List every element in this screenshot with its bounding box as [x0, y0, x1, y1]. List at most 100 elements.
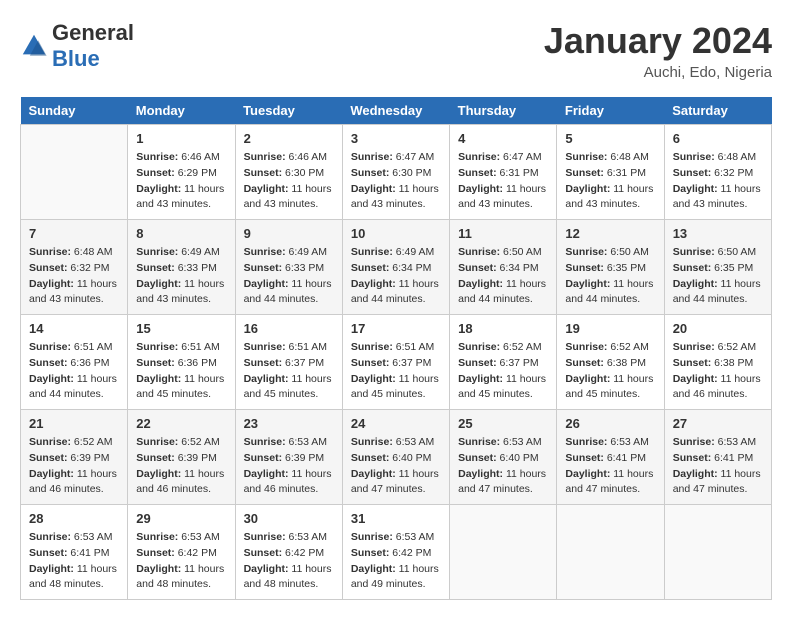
cell-details: Sunrise: 6:47 AMSunset: 6:31 PMDaylight:…	[458, 150, 548, 213]
cell-details: Sunrise: 6:52 AMSunset: 6:39 PMDaylight:…	[29, 435, 119, 498]
calendar-cell-w3-d3: 17 Sunrise: 6:51 AMSunset: 6:37 PMDayligh…	[342, 315, 449, 410]
calendar-cell-w5-d3: 31 Sunrise: 6:53 AMSunset: 6:42 PMDayligh…	[342, 505, 449, 600]
day-number: 17	[351, 321, 441, 336]
day-number: 16	[244, 321, 334, 336]
cell-details: Sunrise: 6:51 AMSunset: 6:36 PMDaylight:…	[29, 340, 119, 403]
cell-details: Sunrise: 6:48 AMSunset: 6:32 PMDaylight:…	[673, 150, 763, 213]
logo-general: General	[52, 20, 134, 45]
week-row-5: 28 Sunrise: 6:53 AMSunset: 6:41 PMDayligh…	[21, 505, 772, 600]
day-number: 3	[351, 131, 441, 146]
day-number: 27	[673, 416, 763, 431]
calendar-cell-w4-d6: 27 Sunrise: 6:53 AMSunset: 6:41 PMDayligh…	[664, 410, 771, 505]
day-number: 5	[565, 131, 655, 146]
calendar-cell-w5-d6	[664, 505, 771, 600]
cell-details: Sunrise: 6:53 AMSunset: 6:42 PMDaylight:…	[244, 530, 334, 593]
week-row-4: 21 Sunrise: 6:52 AMSunset: 6:39 PMDayligh…	[21, 410, 772, 505]
day-number: 31	[351, 511, 441, 526]
calendar-cell-w1-d5: 5Sunrise: 6:48 AMSunset: 6:31 PMDaylight…	[557, 125, 664, 220]
day-number: 4	[458, 131, 548, 146]
month-year-title: January 2024	[544, 20, 772, 62]
day-number: 30	[244, 511, 334, 526]
header-saturday: Saturday	[664, 97, 771, 125]
cell-details: Sunrise: 6:53 AMSunset: 6:39 PMDaylight:…	[244, 435, 334, 498]
day-number: 26	[565, 416, 655, 431]
day-number: 15	[136, 321, 226, 336]
day-number: 8	[136, 226, 226, 241]
calendar-cell-w4-d3: 24 Sunrise: 6:53 AMSunset: 6:40 PMDayligh…	[342, 410, 449, 505]
day-number: 28	[29, 511, 119, 526]
week-row-1: 1 Sunrise: 6:46 AMSunset: 6:29 PMDaylight…	[21, 125, 772, 220]
week-row-3: 14Sunrise: 6:51 AMSunset: 6:36 PMDayligh…	[21, 315, 772, 410]
calendar-table: Sunday Monday Tuesday Wednesday Thursday…	[20, 97, 772, 600]
calendar-cell-w1-d0	[21, 125, 128, 220]
day-number: 9	[244, 226, 334, 241]
header-thursday: Thursday	[450, 97, 557, 125]
cell-details: Sunrise: 6:53 AMSunset: 6:40 PMDaylight:…	[351, 435, 441, 498]
calendar-cell-w4-d0: 21 Sunrise: 6:52 AMSunset: 6:39 PMDayligh…	[21, 410, 128, 505]
cell-details: Sunrise: 6:53 AMSunset: 6:41 PMDaylight:…	[673, 435, 763, 498]
calendar-cell-w5-d2: 30 Sunrise: 6:53 AMSunset: 6:42 PMDayligh…	[235, 505, 342, 600]
cell-details: Sunrise: 6:49 AMSunset: 6:33 PMDaylight:…	[136, 245, 226, 308]
cell-details: Sunrise: 6:52 AMSunset: 6:39 PMDaylight:…	[136, 435, 226, 498]
cell-details: Sunrise: 6:52 AMSunset: 6:38 PMDaylight:…	[565, 340, 655, 403]
cell-details: Sunrise: 6:53 AMSunset: 6:41 PMDaylight:…	[565, 435, 655, 498]
calendar-cell-w4-d4: 25 Sunrise: 6:53 AMSunset: 6:40 PMDayligh…	[450, 410, 557, 505]
calendar-cell-w2-d4: 11Sunrise: 6:50 AMSunset: 6:34 PMDayligh…	[450, 220, 557, 315]
day-number: 24	[351, 416, 441, 431]
day-number: 6	[673, 131, 763, 146]
day-number: 10	[351, 226, 441, 241]
cell-details: Sunrise: 6:52 AMSunset: 6:37 PMDaylight:…	[458, 340, 548, 403]
day-number: 18	[458, 321, 548, 336]
calendar-cell-w1-d6: 6 Sunrise: 6:48 AMSunset: 6:32 PMDaylight…	[664, 125, 771, 220]
calendar-cell-w2-d2: 9Sunrise: 6:49 AMSunset: 6:33 PMDaylight…	[235, 220, 342, 315]
cell-details: Sunrise: 6:53 AMSunset: 6:41 PMDaylight:…	[29, 530, 119, 593]
calendar-cell-w3-d4: 18 Sunrise: 6:52 AMSunset: 6:37 PMDayligh…	[450, 315, 557, 410]
day-number: 23	[244, 416, 334, 431]
day-number: 11	[458, 226, 548, 241]
calendar-cell-w2-d5: 12 Sunrise: 6:50 AMSunset: 6:35 PMDayligh…	[557, 220, 664, 315]
calendar-body: 1 Sunrise: 6:46 AMSunset: 6:29 PMDaylight…	[21, 125, 772, 600]
calendar-cell-w3-d0: 14Sunrise: 6:51 AMSunset: 6:36 PMDayligh…	[21, 315, 128, 410]
day-number: 19	[565, 321, 655, 336]
calendar-cell-w3-d5: 19 Sunrise: 6:52 AMSunset: 6:38 PMDayligh…	[557, 315, 664, 410]
cell-details: Sunrise: 6:50 AMSunset: 6:35 PMDaylight:…	[565, 245, 655, 308]
calendar-cell-w3-d1: 15 Sunrise: 6:51 AMSunset: 6:36 PMDayligh…	[128, 315, 235, 410]
cell-details: Sunrise: 6:51 AMSunset: 6:36 PMDaylight:…	[136, 340, 226, 403]
calendar-cell-w1-d2: 2 Sunrise: 6:46 AMSunset: 6:30 PMDaylight…	[235, 125, 342, 220]
day-number: 13	[673, 226, 763, 241]
logo: General Blue	[20, 20, 134, 72]
cell-details: Sunrise: 6:46 AMSunset: 6:30 PMDaylight:…	[244, 150, 334, 213]
calendar-cell-w1-d3: 3 Sunrise: 6:47 AMSunset: 6:30 PMDaylight…	[342, 125, 449, 220]
calendar-cell-w1-d4: 4 Sunrise: 6:47 AMSunset: 6:31 PMDaylight…	[450, 125, 557, 220]
cell-details: Sunrise: 6:46 AMSunset: 6:29 PMDaylight:…	[136, 150, 226, 213]
cell-details: Sunrise: 6:52 AMSunset: 6:38 PMDaylight:…	[673, 340, 763, 403]
location-subtitle: Auchi, Edo, Nigeria	[544, 64, 772, 81]
cell-details: Sunrise: 6:53 AMSunset: 6:42 PMDaylight:…	[136, 530, 226, 593]
title-block: January 2024 Auchi, Edo, Nigeria	[544, 20, 772, 81]
calendar-cell-w3-d2: 16 Sunrise: 6:51 AMSunset: 6:37 PMDayligh…	[235, 315, 342, 410]
day-number: 25	[458, 416, 548, 431]
day-number: 12	[565, 226, 655, 241]
day-number: 2	[244, 131, 334, 146]
cell-details: Sunrise: 6:49 AMSunset: 6:34 PMDaylight:…	[351, 245, 441, 308]
cell-details: Sunrise: 6:53 AMSunset: 6:40 PMDaylight:…	[458, 435, 548, 498]
calendar-header: Sunday Monday Tuesday Wednesday Thursday…	[21, 97, 772, 125]
header-sunday: Sunday	[21, 97, 128, 125]
cell-details: Sunrise: 6:51 AMSunset: 6:37 PMDaylight:…	[351, 340, 441, 403]
cell-details: Sunrise: 6:48 AMSunset: 6:32 PMDaylight:…	[29, 245, 119, 308]
cell-details: Sunrise: 6:51 AMSunset: 6:37 PMDaylight:…	[244, 340, 334, 403]
calendar-cell-w5-d0: 28 Sunrise: 6:53 AMSunset: 6:41 PMDayligh…	[21, 505, 128, 600]
header-tuesday: Tuesday	[235, 97, 342, 125]
calendar-cell-w5-d1: 29Sunrise: 6:53 AMSunset: 6:42 PMDayligh…	[128, 505, 235, 600]
header-row: Sunday Monday Tuesday Wednesday Thursday…	[21, 97, 772, 125]
day-number: 21	[29, 416, 119, 431]
calendar-cell-w2-d1: 8 Sunrise: 6:49 AMSunset: 6:33 PMDaylight…	[128, 220, 235, 315]
day-number: 1	[136, 131, 226, 146]
logo-blue: Blue	[52, 46, 100, 71]
calendar-cell-w2-d0: 7Sunrise: 6:48 AMSunset: 6:32 PMDaylight…	[21, 220, 128, 315]
cell-details: Sunrise: 6:47 AMSunset: 6:30 PMDaylight:…	[351, 150, 441, 213]
day-number: 20	[673, 321, 763, 336]
calendar-cell-w5-d5	[557, 505, 664, 600]
calendar-cell-w4-d1: 22Sunrise: 6:52 AMSunset: 6:39 PMDayligh…	[128, 410, 235, 505]
cell-details: Sunrise: 6:53 AMSunset: 6:42 PMDaylight:…	[351, 530, 441, 593]
